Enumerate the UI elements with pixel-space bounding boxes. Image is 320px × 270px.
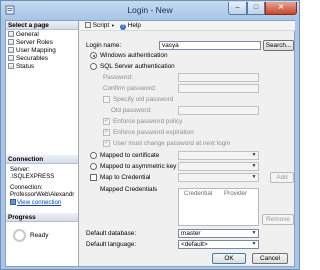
- enforce-policy-checkbox[interactable]: ✓: [103, 118, 110, 125]
- default-database-value: master: [181, 230, 201, 237]
- connection-icon: [10, 198, 16, 205]
- page-label: General: [16, 31, 39, 38]
- enforce-expiration-label: Enforce password expiration: [113, 129, 194, 136]
- chevron-down-icon: ▼: [251, 152, 257, 158]
- page-label: Status: [16, 63, 35, 70]
- enforce-policy-label: Enforce password policy: [113, 118, 183, 125]
- default-database-label: Default database:: [86, 230, 137, 237]
- sql-auth-label: SQL Server authentication: [100, 63, 175, 70]
- mapped-credentials-grid[interactable]: Credential Provider: [178, 188, 259, 226]
- close-button[interactable]: ✕: [265, 2, 297, 15]
- page-label: User Mapping: [16, 47, 56, 54]
- mapped-certificate-radio[interactable]: [90, 152, 97, 159]
- maximize-button[interactable]: □: [247, 2, 265, 15]
- page-icon: [8, 47, 14, 53]
- progress-spinner-icon: [13, 229, 26, 242]
- mapped-asym-key-label: Mapped to asymmetric key: [100, 163, 177, 170]
- remove-button[interactable]: Remove: [262, 214, 294, 225]
- search-button[interactable]: Search...: [263, 40, 294, 51]
- minimize-button[interactable]: –: [228, 2, 247, 15]
- connection-info: Server: .\SQLEXPRESS Connection: Profess…: [10, 166, 74, 206]
- confirm-password-label: Confirm password:: [103, 85, 157, 92]
- page-icon: [8, 39, 14, 45]
- specify-old-password-checkbox[interactable]: [103, 96, 110, 103]
- windows-auth-label: Windows authentication: [100, 52, 168, 59]
- sql-auth-radio[interactable]: [90, 63, 97, 70]
- page-icon: [8, 31, 14, 37]
- login-name-input[interactable]: vasya: [159, 41, 261, 50]
- confirm-password-input[interactable]: [178, 84, 259, 93]
- select-page-header: Select a page: [6, 21, 78, 30]
- certificate-select[interactable]: ▼: [178, 151, 259, 160]
- page-label: Server Roles: [16, 39, 53, 46]
- page-label: Securables: [16, 55, 48, 62]
- help-label: Help: [127, 22, 141, 29]
- asym-key-select[interactable]: ▼: [178, 162, 259, 171]
- title-bar: Login - New – □ ✕: [1, 1, 299, 20]
- chevron-down-icon: ▼: [251, 174, 257, 180]
- page-general[interactable]: General: [8, 31, 39, 39]
- chevron-down-icon: ▼: [251, 163, 257, 169]
- view-connection-label[interactable]: View connection: [17, 199, 61, 206]
- server-value: .\SQLEXPRESS: [10, 173, 55, 181]
- script-icon: [85, 22, 91, 28]
- server-label: Server:: [10, 166, 30, 173]
- login-name-label: Login name:: [86, 42, 122, 49]
- chevron-down-icon: ▼: [110, 23, 115, 28]
- map-credential-checkbox[interactable]: [90, 174, 97, 181]
- connection-label: Connection:: [10, 183, 43, 191]
- chevron-down-icon: ▼: [251, 241, 257, 247]
- credential-column-header: Credential: [184, 190, 213, 197]
- chevron-down-icon: ▼: [251, 230, 257, 236]
- credential-select[interactable]: ▼: [178, 173, 259, 182]
- default-language-label: Default language:: [86, 241, 137, 248]
- page-server-roles[interactable]: Server Roles: [8, 39, 53, 47]
- windows-auth-radio[interactable]: [90, 52, 97, 59]
- page-securables[interactable]: Securables: [8, 55, 48, 63]
- left-panel: Select a page General Server Roles User …: [6, 21, 79, 266]
- mapped-asym-key-radio[interactable]: [90, 163, 97, 170]
- old-password-input[interactable]: [178, 106, 259, 115]
- page-user-mapping[interactable]: User Mapping: [8, 47, 56, 55]
- script-button[interactable]: Script ▼: [85, 22, 115, 29]
- enforce-expiration-checkbox[interactable]: ✓: [103, 129, 110, 136]
- page-icon: [8, 55, 14, 61]
- must-change-checkbox[interactable]: ✓: [103, 140, 110, 147]
- connection-header: Connection: [6, 155, 78, 164]
- help-icon: ?: [120, 24, 126, 30]
- mapped-credentials-label: Mapped Credentials: [100, 186, 158, 193]
- add-button[interactable]: Add: [270, 172, 294, 183]
- default-database-select[interactable]: master ▼: [178, 229, 259, 238]
- progress-header: Progress: [6, 213, 78, 222]
- provider-column-header: Provider: [224, 190, 248, 197]
- map-credential-label: Map to Credential: [100, 174, 151, 181]
- default-language-value: <default>: [181, 241, 208, 248]
- view-connection-link[interactable]: View connection: [10, 198, 74, 206]
- page-icon: [8, 63, 14, 69]
- cancel-button[interactable]: Cancel: [252, 253, 288, 264]
- help-button[interactable]: ? Help: [120, 22, 141, 30]
- toolbar: Script ▼ ? Help: [80, 21, 295, 31]
- connection-value: ProfessorWeb\Alexandr: [10, 191, 75, 199]
- password-input[interactable]: [178, 73, 259, 82]
- default-language-select[interactable]: <default> ▼: [178, 240, 259, 249]
- password-label: Password:: [103, 74, 133, 81]
- login-new-dialog: Login - New – □ ✕ Select a page General …: [0, 0, 300, 270]
- old-password-label: Old password:: [111, 107, 152, 114]
- ok-button[interactable]: OK: [212, 253, 246, 264]
- mapped-certificate-label: Mapped to certificate: [100, 152, 160, 159]
- page-status[interactable]: Status: [8, 63, 34, 71]
- script-label: Script: [92, 22, 110, 29]
- progress-status: Ready: [30, 232, 49, 239]
- specify-old-password-label: Specify old password: [113, 96, 174, 103]
- must-change-label: User must change password at next login: [113, 140, 231, 147]
- dialog-body: Select a page General Server Roles User …: [5, 20, 295, 267]
